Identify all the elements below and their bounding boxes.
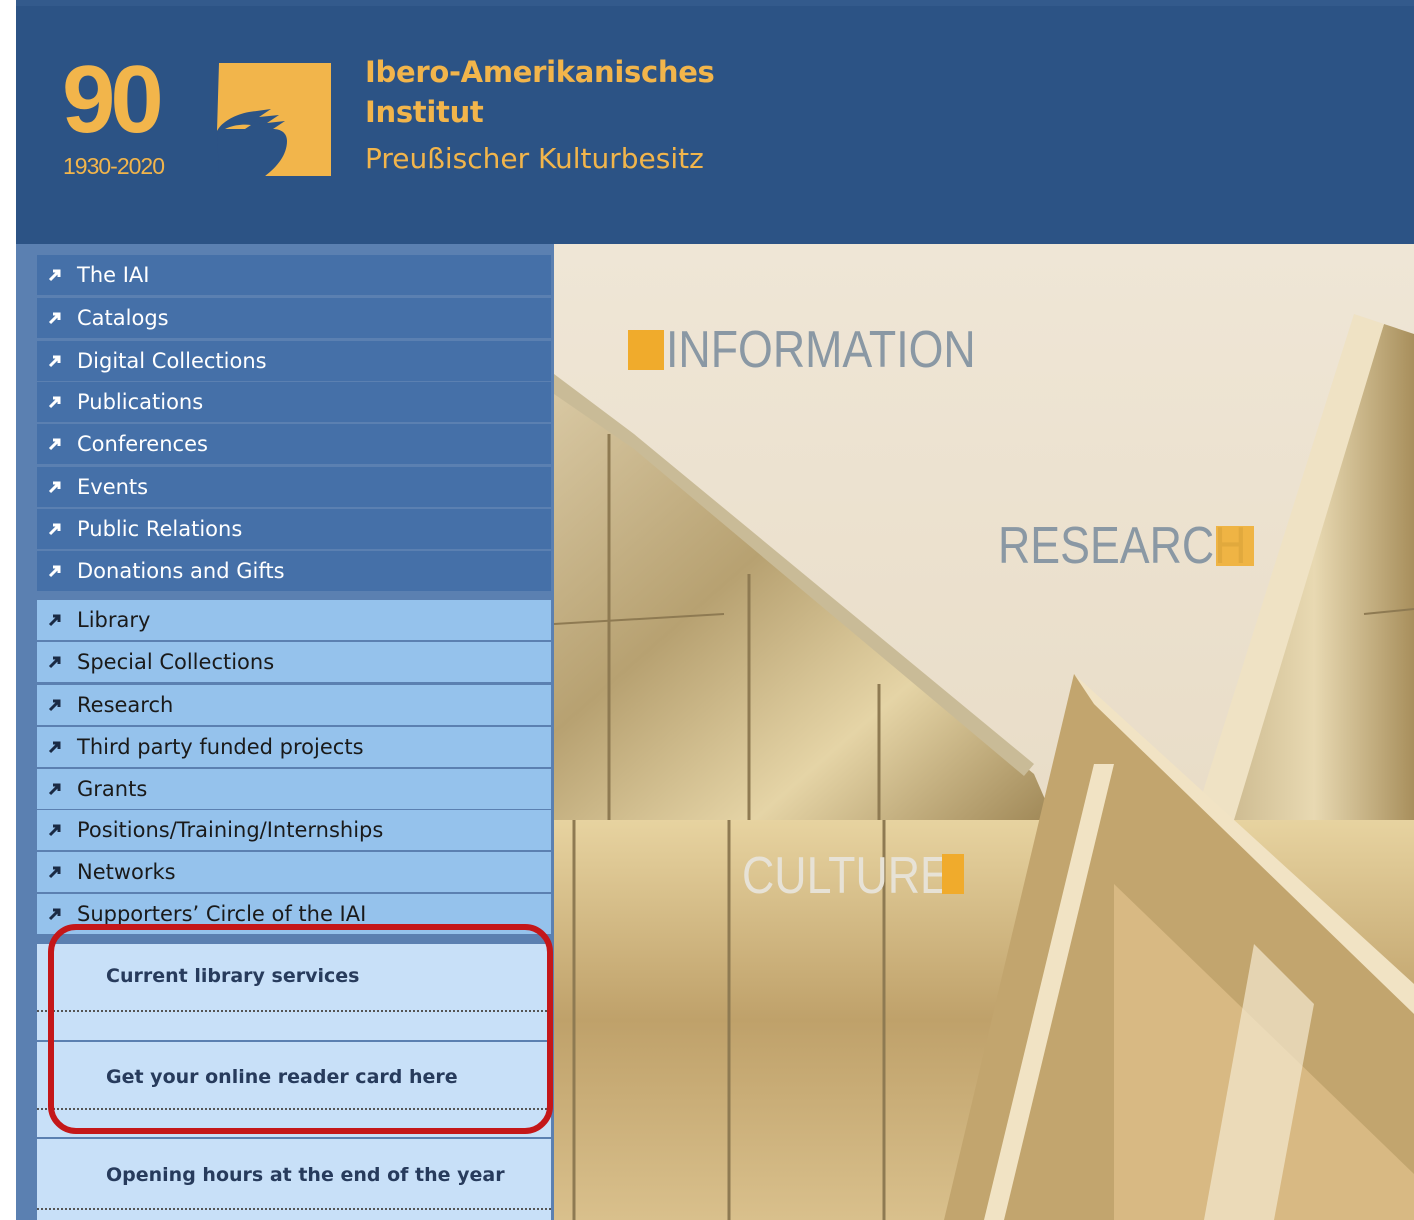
arrow-up-right-icon [48, 565, 61, 578]
hero-word-culture: CULTURE [742, 847, 950, 905]
nav-item-catalogs[interactable]: Catalogs [37, 298, 551, 338]
accent-square [1216, 526, 1254, 566]
anniversary-years: 1930-2020 [63, 153, 165, 179]
dotted-divider [37, 1208, 551, 1210]
accent-square [942, 854, 964, 894]
nav-item-label: Library [77, 608, 151, 632]
nav-item-the-iai[interactable]: The IAI [37, 255, 551, 295]
nav-item-label: Catalogs [77, 306, 169, 330]
arrow-up-right-icon [48, 396, 61, 409]
arrow-up-right-icon [48, 656, 61, 669]
institute-name-line3: Preußischer Kulturbesitz [365, 142, 704, 175]
nav-item-label: Networks [77, 860, 176, 884]
nav-item-label: Supporters’ Circle of the IAI [77, 902, 367, 926]
arrow-up-right-icon [48, 614, 61, 627]
arrow-up-right-icon [48, 741, 61, 754]
accent-square [628, 330, 664, 370]
hero-word-information: INFORMATION [666, 321, 976, 379]
nav-item-third-party-funded-projects[interactable]: Third party funded projects [37, 727, 551, 767]
hero-word-research: RESEARCH [998, 517, 1247, 575]
arrow-up-right-icon [48, 699, 61, 712]
nav-item-label: Grants [77, 777, 148, 801]
arrow-up-right-icon [48, 481, 61, 494]
arrow-up-right-icon [48, 355, 61, 368]
institute-name-line1: Ibero-Amerikanisches [365, 55, 715, 89]
arrow-up-right-icon [48, 908, 61, 921]
page: 90 1930-2020 Ibero-Amerikanisches Instit… [0, 0, 1414, 1220]
top-bar [16, 0, 1414, 6]
nav-item-digital-collections[interactable]: Digital Collections [37, 341, 551, 381]
nav-item-label: Public Relations [77, 517, 243, 541]
arrow-up-right-icon [48, 824, 61, 837]
eagle-logo-icon[interactable] [215, 59, 331, 176]
opening-hours-link[interactable]: Opening hours at the end of the year [106, 1164, 505, 1186]
nav-item-grants[interactable]: Grants [37, 769, 551, 809]
nav-item-networks[interactable]: Networks [37, 852, 551, 892]
arrow-up-right-icon [48, 783, 61, 796]
nav-item-label: Special Collections [77, 650, 275, 674]
highlight-annotation [48, 924, 553, 1134]
nav-item-label: Positions/Training/Internships [77, 818, 384, 842]
arrow-up-right-icon [48, 269, 61, 282]
arrow-up-right-icon [48, 523, 61, 536]
hero-image [554, 244, 1414, 1220]
anniversary-number: 90 [62, 46, 164, 153]
nav-item-conferences[interactable]: Conferences [37, 424, 551, 464]
institute-name-line2: Institut [365, 95, 484, 129]
arrow-up-right-icon [48, 438, 61, 451]
nav-item-label: Third party funded projects [77, 735, 364, 759]
nav-item-positions-training-internships[interactable]: Positions/Training/Internships [37, 810, 551, 850]
nav-item-label: Digital Collections [77, 349, 267, 373]
arrow-up-right-icon [48, 866, 61, 879]
nav-item-label: The IAI [77, 263, 150, 287]
nav-item-publications[interactable]: Publications [37, 382, 551, 422]
nav-item-label: Donations and Gifts [77, 559, 285, 583]
nav-item-label: Research [77, 693, 174, 717]
nav-item-library[interactable]: Library [37, 600, 551, 640]
nav-item-special-collections[interactable]: Special Collections [37, 642, 551, 682]
arrow-up-right-icon [48, 312, 61, 325]
nav-item-label: Events [77, 475, 149, 499]
nav-item-public-relations[interactable]: Public Relations [37, 509, 551, 549]
nav-item-donations-and-gifts[interactable]: Donations and Gifts [37, 551, 551, 591]
nav-item-label: Conferences [77, 432, 208, 456]
nav-item-events[interactable]: Events [37, 467, 551, 507]
nav-item-research[interactable]: Research [37, 685, 551, 725]
nav-item-label: Publications [77, 390, 204, 414]
